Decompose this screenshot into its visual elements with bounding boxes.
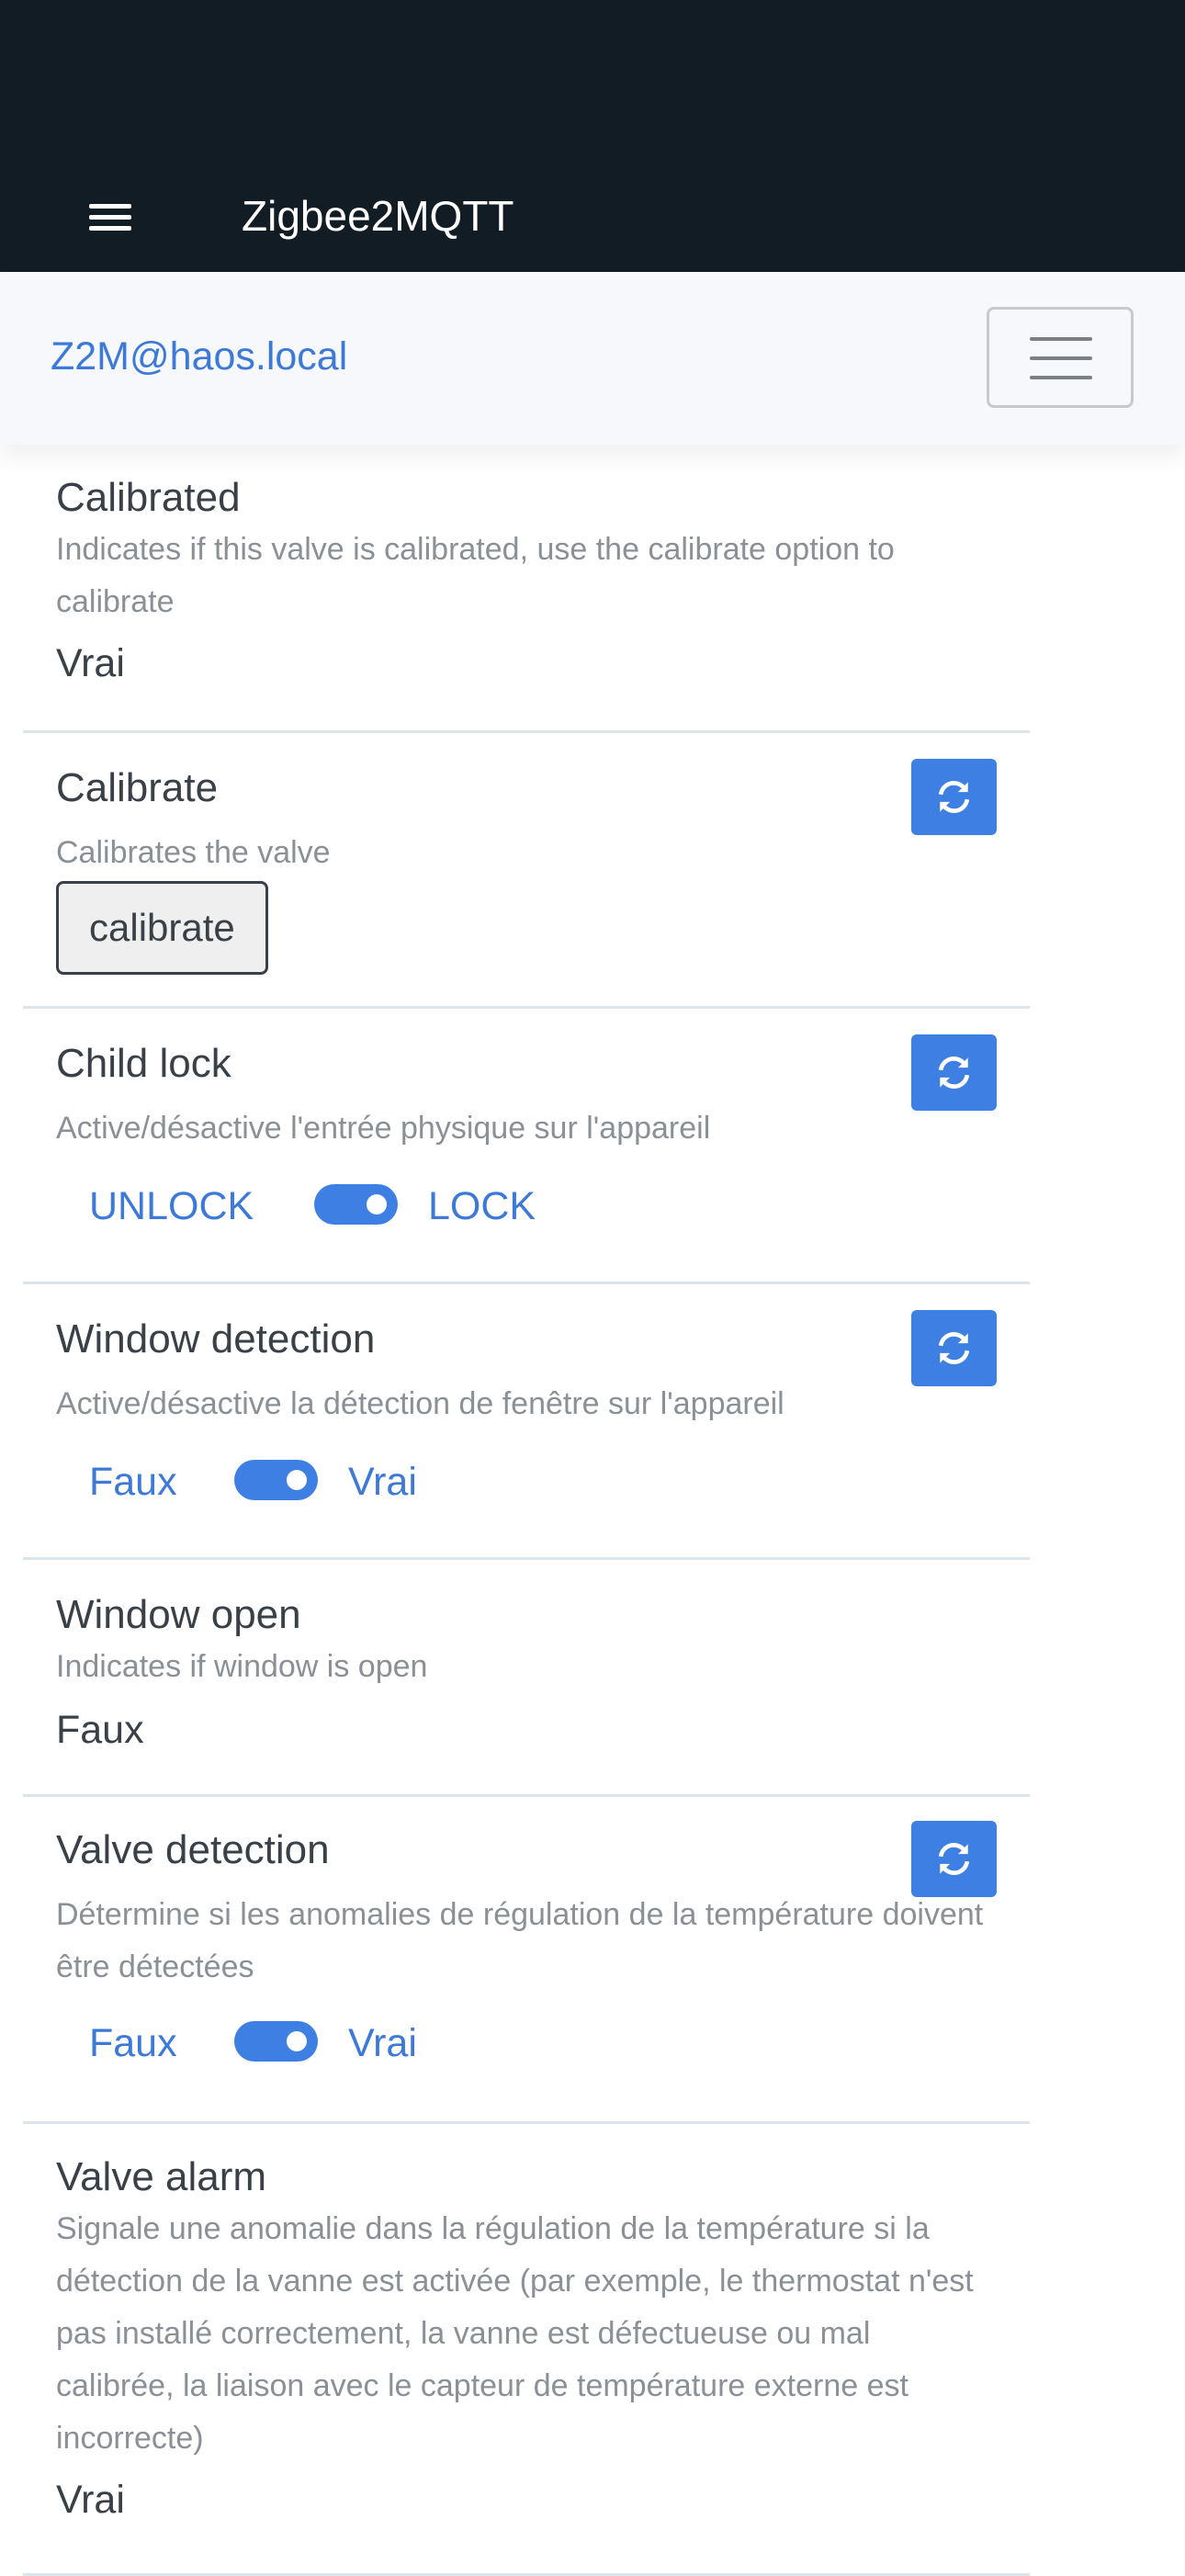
toggler-line [1030, 337, 1092, 341]
item-description: Signale une anomalie dans la régulation … [56, 2211, 974, 2456]
toggle-row: UNLOCK LOCK [56, 1179, 997, 1234]
item-description: Active/désactive l'entrée physique sur l… [56, 1111, 711, 1146]
refresh-button[interactable] [911, 1821, 997, 1897]
toggle-row: Faux Vrai [56, 2016, 997, 2071]
list-item-valve-alarm: Valve alarm Signale une anomalie dans la… [23, 2124, 1030, 2576]
calibrate-button[interactable]: calibrate [56, 881, 268, 975]
toggle-on-label[interactable]: LOCK [428, 1179, 536, 1234]
valve-detection-switch[interactable] [234, 2021, 318, 2062]
refresh-button[interactable] [911, 1310, 997, 1386]
toggle-row: Faux Vrai [56, 1454, 997, 1509]
item-value: Vrai [56, 641, 125, 685]
instance-link[interactable]: Z2M@haos.local [51, 329, 347, 384]
list-item-child-lock: Child lock Active/désactive l'entrée phy… [23, 1009, 1030, 1284]
item-value: Vrai [56, 2478, 125, 2522]
refresh-icon [938, 781, 970, 813]
app-bar: Zigbee2MQTT [0, 0, 1185, 272]
sub-navbar: Z2M@haos.local [0, 272, 1185, 445]
toggle-on-label[interactable]: Vrai [348, 2016, 417, 2071]
refresh-icon [938, 1843, 970, 1875]
item-description: Indicates if window is open [56, 1649, 428, 1684]
item-description: Détermine si les anomalies de régulation… [56, 1897, 984, 1984]
refresh-icon [938, 1056, 970, 1089]
window-detection-switch[interactable] [234, 1460, 318, 1500]
item-value: Faux [56, 1708, 144, 1752]
item-description: Calibrates the valve [56, 835, 331, 870]
app-title: Zigbee2MQTT [242, 192, 514, 240]
toggle-off-label[interactable]: Faux [89, 1454, 177, 1509]
toggler-line [1030, 376, 1092, 379]
item-title: Calibrated [56, 475, 241, 520]
refresh-icon [938, 1332, 970, 1364]
hamburger-menu-icon[interactable] [89, 204, 131, 232]
child-lock-switch[interactable] [314, 1184, 398, 1225]
item-title: Calibrate [56, 765, 219, 810]
item-title: Window detection [56, 1316, 376, 1361]
item-title: Window open [56, 1592, 301, 1637]
list-item-valve-detection: Valve detection Détermine si les anomali… [23, 1797, 1030, 2124]
item-description: Active/désactive la détection de fenêtre… [56, 1386, 784, 1421]
item-title: Valve detection [56, 1827, 330, 1872]
toggle-off-label[interactable]: UNLOCK [89, 1179, 254, 1234]
refresh-button[interactable] [911, 759, 997, 835]
toggler-line [1030, 356, 1092, 360]
exposes-list: Calibrated Indicates if this valve is ca… [23, 445, 1030, 2576]
navbar-toggler-button[interactable] [987, 307, 1134, 408]
refresh-button[interactable] [911, 1034, 997, 1111]
item-description: Indicates if this valve is calibrated, u… [56, 532, 895, 619]
list-item-calibrate: Calibrate Calibrates the valve calibrate [23, 733, 1030, 1009]
toggle-off-label[interactable]: Faux [89, 2016, 177, 2071]
list-item-window-detection: Window detection Active/désactive la dét… [23, 1284, 1030, 1560]
item-title: Valve alarm [56, 2154, 267, 2199]
list-item-calibrated: Calibrated Indicates if this valve is ca… [23, 445, 1030, 733]
list-item-window-open: Window open Indicates if window is open … [23, 1560, 1030, 1797]
toggle-on-label[interactable]: Vrai [348, 1454, 417, 1509]
item-title: Child lock [56, 1041, 231, 1086]
